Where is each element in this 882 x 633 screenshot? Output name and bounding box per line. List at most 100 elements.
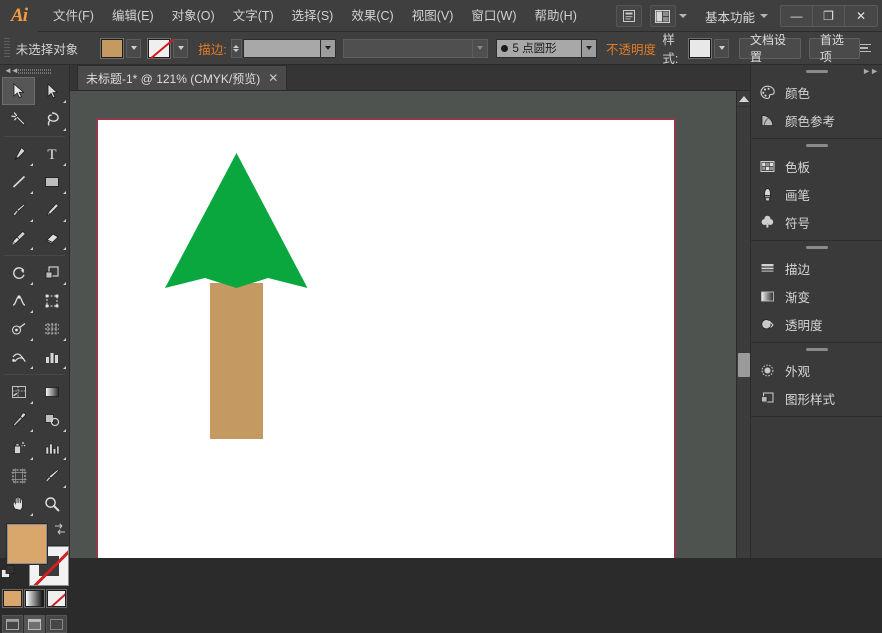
panel-button-brushes[interactable]: 画笔 — [751, 180, 882, 208]
type-tool[interactable]: T — [35, 140, 68, 168]
stroke-weight-label[interactable]: 描边: — [198, 39, 226, 58]
blob-brush-tool[interactable] — [2, 224, 35, 252]
vertical-scrollbar[interactable] — [736, 91, 750, 558]
magic-wand-tool[interactable] — [2, 105, 35, 133]
full-screen-mode-button[interactable] — [46, 615, 67, 633]
knife-tool[interactable] — [35, 462, 68, 490]
panel-button-swatches[interactable]: 色板 — [751, 152, 882, 180]
graph-tool[interactable] — [35, 434, 68, 462]
direct-selection-tool[interactable] — [35, 77, 68, 105]
pencil-tool[interactable] — [35, 196, 68, 224]
canvas-area[interactable] — [70, 91, 736, 558]
full-screen-with-menu-mode-button[interactable] — [24, 615, 45, 633]
stroke-weight-stepper[interactable] — [231, 39, 242, 58]
brush-definition-dropdown[interactable] — [582, 39, 597, 58]
panel-button-stroke[interactable]: 描边 — [751, 254, 882, 282]
gradient-tool[interactable] — [35, 378, 68, 406]
fill-color-swatch[interactable] — [101, 39, 123, 58]
selection-tool[interactable] — [2, 77, 35, 105]
menu-view[interactable]: 视图(V) — [403, 0, 463, 32]
toolbox-handle[interactable]: ◄◄ — [0, 65, 69, 77]
panel-button-color[interactable]: 颜色 — [751, 78, 882, 106]
gradient-button[interactable] — [25, 590, 44, 607]
none-button[interactable] — [47, 590, 66, 607]
close-icon[interactable]: ✕ — [268, 71, 278, 85]
zoom-tool[interactable] — [35, 490, 68, 518]
toolbox-collapse-icon[interactable]: ◄◄ — [4, 66, 18, 75]
paintbrush-tool[interactable] — [2, 196, 35, 224]
panel-button-color-guide[interactable]: 颜色参考 — [751, 106, 882, 134]
stroke-profile-dropdown[interactable] — [473, 39, 488, 58]
fill-indicator-swatch[interactable] — [7, 524, 47, 564]
menu-select[interactable]: 选择(S) — [283, 0, 343, 32]
panel-button-graphic-styles[interactable]: 图形样式 — [751, 384, 882, 412]
eyedropper-tool[interactable] — [2, 406, 35, 434]
scrollbar-thumb[interactable] — [738, 353, 750, 377]
menu-type[interactable]: 文字(T) — [224, 0, 283, 32]
menu-window[interactable]: 窗口(W) — [462, 0, 525, 32]
rectangle-tool[interactable] — [35, 168, 68, 196]
rotate-tool[interactable] — [2, 259, 35, 287]
default-fill-stroke-icon[interactable] — [1, 565, 16, 580]
stroke-swatch-dropdown[interactable] — [173, 39, 188, 58]
eraser-tool[interactable] — [35, 224, 68, 252]
panel-button-transparency[interactable]: 透明度 — [751, 310, 882, 338]
menu-effect[interactable]: 效果(C) — [342, 0, 402, 32]
menu-file[interactable]: 文件(F) — [44, 0, 103, 32]
workspace-caret-icon[interactable] — [760, 14, 768, 18]
panel-button-symbols[interactable]: 符号 — [751, 208, 882, 236]
tree-drawing[interactable] — [98, 120, 674, 558]
close-button[interactable]: ✕ — [845, 6, 877, 26]
appearance-group-handle[interactable] — [751, 343, 882, 356]
mesh-tool[interactable] — [2, 343, 35, 371]
stroke-weight-dropdown[interactable] — [321, 39, 336, 58]
normal-screen-mode-button[interactable] — [2, 615, 23, 633]
menu-edit[interactable]: 编辑(E) — [103, 0, 163, 32]
minimize-button[interactable]: — — [781, 6, 813, 26]
artboard-surface[interactable] — [98, 120, 674, 558]
artboard-tool[interactable] — [2, 462, 35, 490]
free-transform-tool[interactable] — [35, 287, 68, 315]
scroll-up-arrow[interactable] — [737, 91, 751, 107]
document-setup-button[interactable]: 文档设置 — [739, 38, 801, 59]
workspace-switcher[interactable]: 基本功能 — [705, 7, 755, 26]
shape-builder-tool[interactable] — [2, 315, 35, 343]
stroke-profile-input[interactable] — [343, 39, 473, 58]
brush-definition-input[interactable]: 5 点圆形 — [496, 39, 582, 58]
perspective-grid-tool[interactable] — [35, 315, 68, 343]
hand-tool[interactable] — [2, 490, 35, 518]
width-tool[interactable] — [2, 287, 35, 315]
graphic-style-dropdown[interactable] — [714, 39, 729, 58]
control-bar-grip[interactable] — [4, 38, 10, 58]
blend-tool[interactable] — [35, 406, 68, 434]
line-segment-tool[interactable] — [2, 168, 35, 196]
maximize-button[interactable]: ❐ — [813, 6, 845, 26]
scale-tool[interactable] — [35, 259, 68, 287]
menu-help[interactable]: 帮助(H) — [526, 0, 586, 32]
opacity-label[interactable]: 不透明度 — [606, 39, 656, 58]
artboard[interactable] — [96, 118, 676, 558]
panel-button-gradient[interactable]: 渐变 — [751, 282, 882, 310]
document-tab[interactable]: 未标题-1* @ 121% (CMYK/预览) ✕ — [77, 65, 287, 90]
pen-tool[interactable] — [2, 140, 35, 168]
column-graph-tool[interactable] — [35, 343, 68, 371]
control-bar-panel-menu-icon[interactable] — [860, 41, 872, 55]
preferences-button[interactable]: 首选项 — [809, 38, 861, 59]
fill-swatch-dropdown[interactable] — [126, 39, 141, 58]
stroke-color-swatch[interactable] — [148, 39, 170, 58]
panel-button-appearance[interactable]: 外观 — [751, 356, 882, 384]
swatches-group-handle[interactable] — [751, 139, 882, 152]
stroke-weight-input[interactable] — [243, 39, 321, 58]
color-guide-icon — [759, 112, 776, 129]
lasso-tool[interactable] — [35, 105, 68, 133]
graphic-style-swatch[interactable] — [689, 39, 711, 58]
arrange-documents-icon[interactable] — [646, 5, 687, 27]
bridge-icon[interactable] — [616, 5, 642, 27]
stroke-group-handle[interactable] — [751, 241, 882, 254]
swap-fill-stroke-icon[interactable] — [53, 522, 67, 536]
dock-expand-icon[interactable]: ►► — [862, 66, 878, 76]
symbol-sprayer-tool[interactable] — [2, 434, 35, 462]
menu-object[interactable]: 对象(O) — [163, 0, 224, 32]
slice-tool[interactable] — [2, 378, 35, 406]
color-button[interactable] — [3, 590, 22, 607]
